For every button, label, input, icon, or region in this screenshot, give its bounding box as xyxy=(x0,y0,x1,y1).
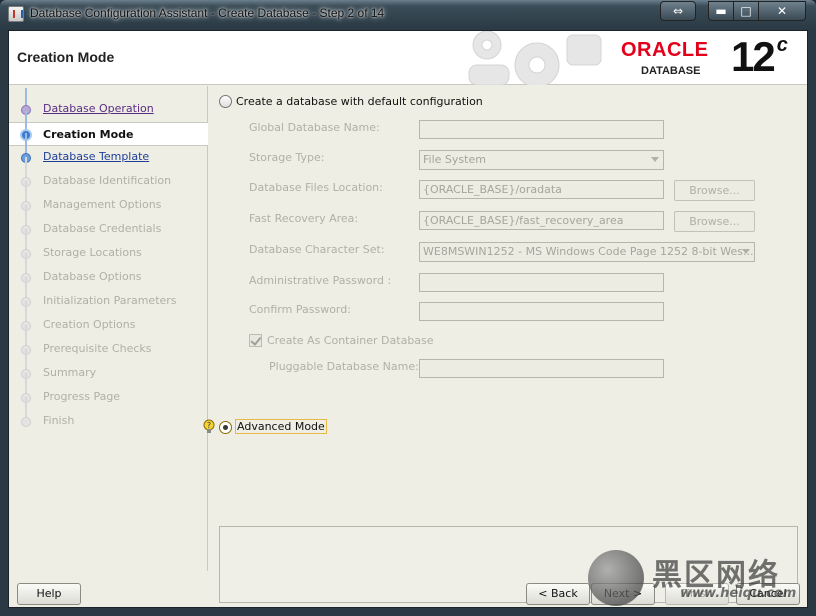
step-connector xyxy=(25,88,27,106)
back-button[interactable]: < Back xyxy=(526,583,590,605)
version-number: 12 xyxy=(731,33,776,80)
advanced-mode-label[interactable]: Advanced Mode xyxy=(235,419,327,434)
recovery-area-browse-button[interactable]: Browse... xyxy=(674,211,755,232)
finish-button[interactable]: Finish xyxy=(665,583,729,605)
files-location-label: Database Files Location: xyxy=(249,181,383,194)
gears-graphic xyxy=(468,31,602,85)
oracle-version: 12 c xyxy=(731,33,788,81)
step-label: Prerequisite Checks xyxy=(43,342,152,355)
storage-type-label: Storage Type: xyxy=(249,151,325,164)
step-database-options: Database Options xyxy=(9,253,208,288)
cancel-button[interactable]: Cancel xyxy=(736,583,800,605)
oracle-logo: ORACLE xyxy=(621,39,709,61)
step-label: Storage Locations xyxy=(43,246,142,259)
confirm-password-label: Confirm Password: xyxy=(249,303,351,316)
charset-select[interactable]: WE8MSWIN1252 - MS Windows Code Page 1252… xyxy=(419,242,755,262)
step-management-options: Management Options xyxy=(9,181,208,216)
step-label: Database Options xyxy=(43,270,142,283)
step-progress-page: Progress Page xyxy=(9,373,208,408)
svg-text:?: ? xyxy=(207,421,211,430)
files-location-field[interactable]: {ORACLE_BASE}/oradata xyxy=(419,180,664,199)
resize-icon[interactable]: ⇔ xyxy=(660,1,696,21)
pluggable-name-label: Pluggable Database Name: xyxy=(269,360,419,373)
step-label: Management Options xyxy=(43,198,162,211)
step-label: Database Credentials xyxy=(43,222,162,235)
global-db-name-field[interactable] xyxy=(419,120,664,139)
admin-password-field[interactable] xyxy=(419,273,664,292)
minimize-button[interactable]: ▬ xyxy=(708,1,734,21)
step-label: Creation Options xyxy=(43,318,136,331)
maximize-button[interactable]: □ xyxy=(733,1,759,21)
title-bar[interactable]: Database Configuration Assistant - Creat… xyxy=(0,0,816,30)
lightbulb-icon: ? xyxy=(203,419,215,433)
step-storage-locations: Storage Locations xyxy=(9,229,208,264)
recovery-area-label: Fast Recovery Area: xyxy=(249,212,359,225)
container-db-label[interactable]: Create As Container Database xyxy=(267,334,434,347)
step-initialization-parameters: Initialization Parameters xyxy=(9,277,208,312)
content-panel: Create a database with default configura… xyxy=(203,86,807,603)
button-bar: Help < Back Next > Finish Cancel xyxy=(9,572,807,608)
pluggable-name-field[interactable] xyxy=(419,359,664,378)
step-label: Initialization Parameters xyxy=(43,294,177,307)
step-database-credentials: Database Credentials xyxy=(9,205,208,240)
close-button[interactable]: ✕ xyxy=(758,1,806,21)
step-summary: Summary xyxy=(9,349,208,384)
page-title: Creation Mode xyxy=(17,49,115,65)
step-navigator: Database Operation Creation Mode Databas… xyxy=(9,86,208,571)
java-app-icon xyxy=(8,6,24,22)
step-label: Finish xyxy=(43,414,75,427)
default-config-label[interactable]: Create a database with default configura… xyxy=(236,95,483,108)
container-db-checkbox[interactable] xyxy=(249,334,262,347)
storage-type-select[interactable]: File System xyxy=(419,150,664,170)
confirm-password-field[interactable] xyxy=(419,302,664,321)
default-config-radio[interactable] xyxy=(219,95,232,108)
step-label: Database Operation xyxy=(43,102,154,115)
oracle-logo-subtitle: DATABASE xyxy=(641,65,701,77)
charset-label: Database Character Set: xyxy=(249,243,385,256)
next-button[interactable]: Next > xyxy=(591,583,655,605)
step-finish: Finish xyxy=(9,397,208,432)
step-database-template[interactable]: Database Template xyxy=(9,133,208,168)
step-database-identification: Database Identification xyxy=(9,157,208,192)
page-header: Creation Mode ORACLE DATABASE 12 c xyxy=(9,31,807,85)
step-label: Creation Mode xyxy=(43,128,134,141)
dbca-window: Database Configuration Assistant - Creat… xyxy=(0,0,816,616)
window-title: Database Configuration Assistant - Creat… xyxy=(30,6,385,20)
step-prerequisite-checks: Prerequisite Checks xyxy=(9,325,208,360)
admin-password-label: Administrative Password : xyxy=(249,274,392,287)
recovery-area-field[interactable]: {ORACLE_BASE}/fast_recovery_area xyxy=(419,211,664,230)
step-creation-options: Creation Options xyxy=(9,301,208,336)
step-pending-icon xyxy=(21,417,31,427)
client-area: Creation Mode ORACLE DATABASE 12 c Databa… xyxy=(8,30,808,608)
step-label: Summary xyxy=(43,366,97,379)
help-button[interactable]: Help xyxy=(17,583,81,605)
step-creation-mode[interactable]: Creation Mode xyxy=(9,110,208,146)
step-label: Database Identification xyxy=(43,174,172,187)
files-location-browse-button[interactable]: Browse... xyxy=(674,180,755,201)
step-database-operation[interactable]: Database Operation xyxy=(9,88,208,120)
advanced-mode-radio[interactable] xyxy=(219,421,232,434)
version-suffix: c xyxy=(776,34,788,56)
global-db-name-label: Global Database Name: xyxy=(249,121,380,134)
step-label: Progress Page xyxy=(43,390,121,403)
step-label: Database Template xyxy=(43,150,150,163)
